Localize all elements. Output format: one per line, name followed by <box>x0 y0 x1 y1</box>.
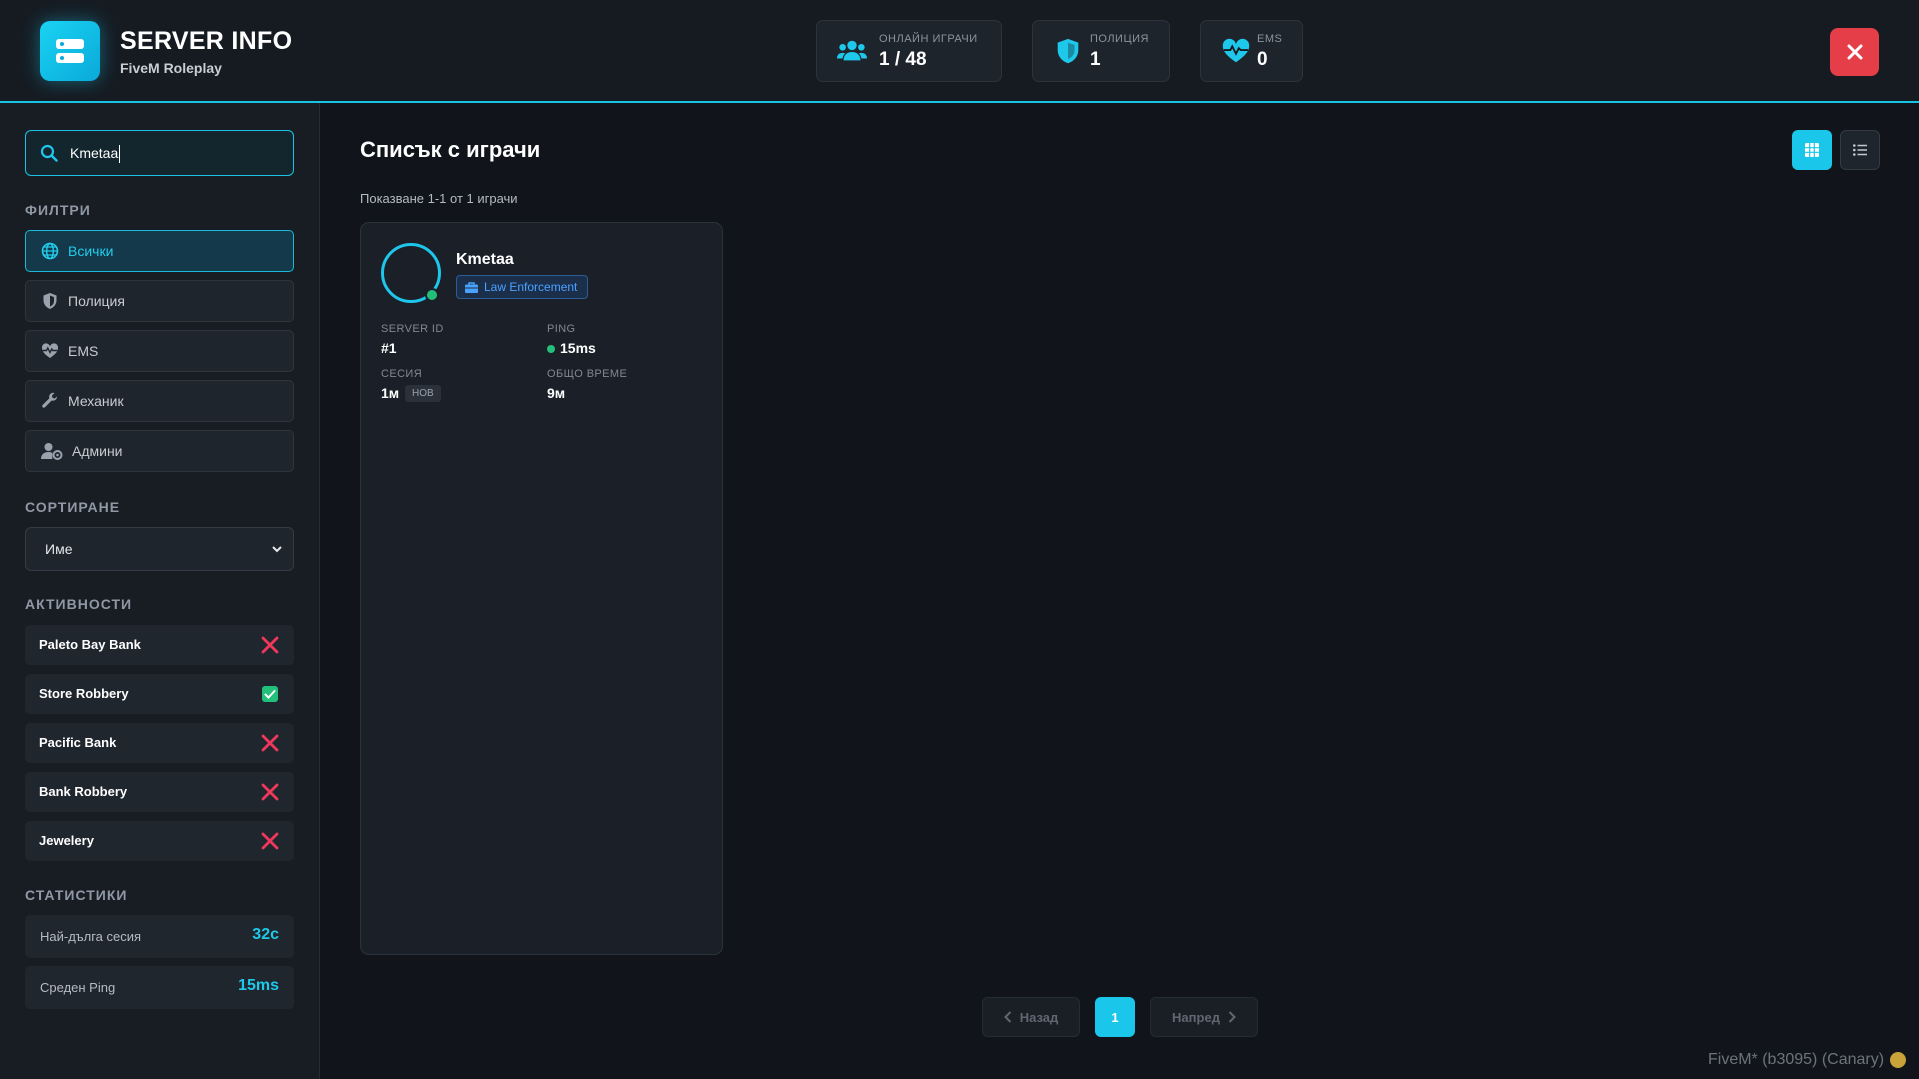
filter-mechanic[interactable]: Механик <box>25 380 294 422</box>
text-cursor <box>119 145 120 163</box>
new-badge: НОВ <box>405 385 441 402</box>
job-label: Law Enforcement <box>484 280 578 294</box>
session-value: 1м <box>381 385 400 401</box>
filters-title: ФИЛТРИ <box>25 202 91 218</box>
stat-value: 32с <box>252 926 279 943</box>
sort-selected-value: Име <box>45 541 73 557</box>
close-icon <box>1847 44 1862 60</box>
prev-page-label: Назад <box>1019 1009 1059 1025</box>
grid-view-button[interactable] <box>1792 130 1832 170</box>
briefcase-icon <box>465 281 478 293</box>
online-status-dot <box>425 288 439 302</box>
app-title: SERVER INFO <box>120 27 293 55</box>
filter-admins[interactable]: Админи <box>25 430 294 472</box>
online-players-value: 1 / 48 <box>879 49 927 70</box>
search-box[interactable] <box>25 130 294 176</box>
online-players-stat: ОНЛАЙН ИГРАЧИ 1 / 48 <box>816 20 1002 82</box>
globe-icon <box>41 242 59 260</box>
job-badge: Law Enforcement <box>456 275 589 299</box>
filter-ems[interactable]: EMS <box>25 330 294 372</box>
stat-longest-session: Най-дълга сесия 32с <box>25 915 294 958</box>
search-input[interactable] <box>70 141 280 165</box>
filter-mechanic-label: Механик <box>68 393 124 409</box>
stat-value: 15ms <box>238 977 279 994</box>
player-name: Kmetaa <box>456 251 514 268</box>
police-label: ПОЛИЦИЯ <box>1090 33 1149 45</box>
close-button[interactable] <box>1830 28 1879 76</box>
header-bar: SERVER INFO FiveM Roleplay ОНЛАЙН ИГРАЧИ… <box>0 0 1919 103</box>
player-card[interactable]: Kmetaa Law Enforcement SERVER ID #1 PING… <box>360 222 723 955</box>
activities-title: АКТИВНОСТИ <box>25 596 133 612</box>
activity-item: Bank Robbery <box>25 772 294 812</box>
shield-icon <box>43 293 57 309</box>
stat-label: Среден Ping <box>40 980 116 995</box>
page-title: Списък с играчи <box>360 137 541 162</box>
x-mark-icon <box>261 783 279 801</box>
ems-value: 0 <box>1257 49 1268 70</box>
stats-title: СТАТИСТИКИ <box>25 887 128 903</box>
filter-admins-label: Админи <box>72 443 123 459</box>
session-label: СЕСИЯ <box>381 368 423 380</box>
activity-label: Bank Robbery <box>39 784 128 799</box>
results-count: Показване 1-1 от 1 играчи <box>360 191 518 206</box>
checkbox-checked-icon <box>262 686 278 702</box>
users-icon <box>837 40 867 61</box>
sidebar: ФИЛТРИ Всички Полиция EMS Механик <box>0 103 320 1079</box>
chevron-left-icon <box>1003 1011 1011 1023</box>
filter-all[interactable]: Всички <box>25 230 294 272</box>
app-subtitle: FiveM Roleplay <box>120 60 222 76</box>
ping-status-dot <box>547 345 555 353</box>
police-value: 1 <box>1090 49 1101 70</box>
sort-title: СОРТИРАНЕ <box>25 499 121 515</box>
server-id-label: SERVER ID <box>381 323 444 335</box>
x-mark-icon <box>261 636 279 654</box>
filter-police[interactable]: Полиция <box>25 280 294 322</box>
grid-icon <box>1805 143 1819 157</box>
filter-all-label: Всички <box>68 243 114 259</box>
police-stat: ПОЛИЦИЯ 1 <box>1032 20 1170 82</box>
search-icon <box>40 144 58 162</box>
activity-label: Jewelery <box>39 833 94 848</box>
heart-pulse-icon <box>41 343 59 358</box>
activity-item: Jewelery <box>25 821 294 861</box>
fivem-logo-icon <box>1890 1052 1906 1068</box>
filter-police-label: Полиция <box>68 293 125 309</box>
heart-pulse-icon <box>1222 38 1250 63</box>
stat-label: Най-дълга сесия <box>40 929 142 944</box>
chevron-right-icon <box>1228 1011 1236 1023</box>
stat-average-ping: Среден Ping 15ms <box>25 966 294 1009</box>
chevron-down-icon <box>272 546 282 553</box>
activity-label: Store Robbery <box>39 686 129 701</box>
online-players-label: ОНЛАЙН ИГРАЧИ <box>879 33 978 45</box>
activity-item: Paleto Bay Bank <box>25 625 294 665</box>
total-time-label: ОБЩО ВРЕМЕ <box>547 368 628 380</box>
x-mark-icon <box>261 832 279 850</box>
build-watermark: FiveM* (b3095) (Canary) <box>1708 1051 1885 1068</box>
server-id-value: #1 <box>381 340 397 356</box>
next-page-button[interactable]: Напред <box>1150 997 1258 1037</box>
user-gear-icon <box>41 443 63 460</box>
filter-ems-label: EMS <box>68 343 99 359</box>
next-page-label: Напред <box>1172 1009 1220 1025</box>
server-logo-icon <box>40 21 100 81</box>
prev-page-button[interactable]: Назад <box>982 997 1080 1037</box>
ems-stat: EMS 0 <box>1200 20 1303 82</box>
ping-value: 15ms <box>560 340 596 356</box>
ems-label: EMS <box>1257 33 1283 45</box>
page-1-button[interactable]: 1 <box>1095 997 1135 1037</box>
list-view-button[interactable] <box>1840 130 1880 170</box>
x-mark-icon <box>261 734 279 752</box>
sort-select[interactable]: Име <box>25 527 294 571</box>
activity-item: Pacific Bank <box>25 723 294 763</box>
activity-item: Store Robbery <box>25 674 294 714</box>
list-icon <box>1853 144 1867 156</box>
activity-label: Paleto Bay Bank <box>39 637 141 652</box>
ping-label: PING <box>547 323 576 335</box>
wrench-icon <box>42 392 58 408</box>
shield-icon <box>1057 38 1079 64</box>
current-page-label: 1 <box>1111 1009 1119 1025</box>
activity-label: Pacific Bank <box>39 735 117 750</box>
total-time-value: 9м <box>547 385 566 401</box>
